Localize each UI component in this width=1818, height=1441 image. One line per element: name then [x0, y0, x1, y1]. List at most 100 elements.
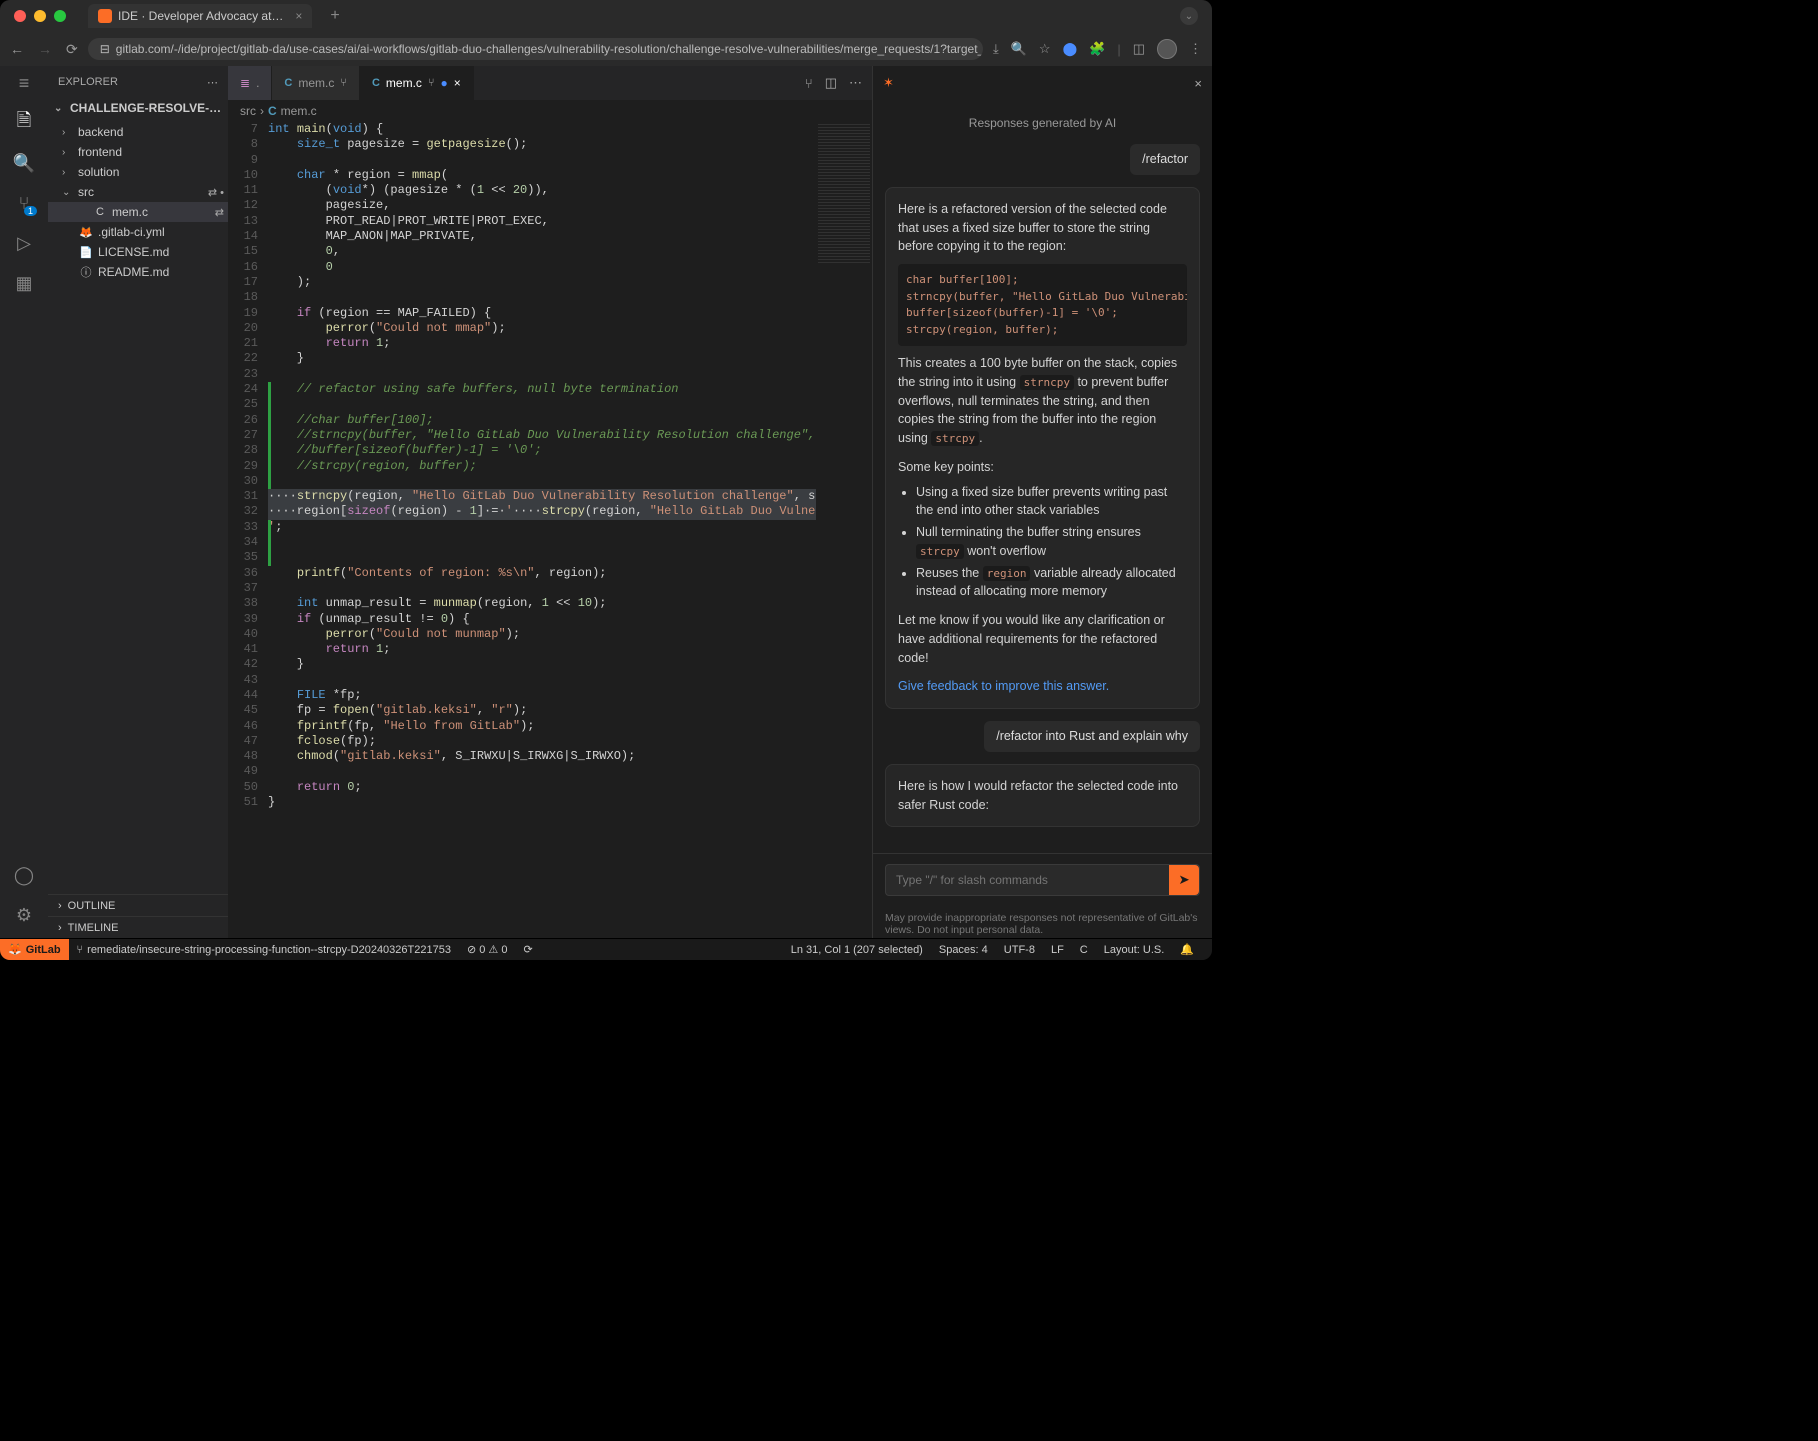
file-tree-item[interactable]: 🦊.gitlab-ci.yml [48, 222, 228, 242]
ai-key-points: Using a fixed size buffer prevents writi… [898, 483, 1187, 602]
ai-response-2: Here is how I would refactor the selecte… [885, 764, 1200, 828]
status-bell-icon[interactable]: 🔔 [1172, 943, 1202, 956]
ai-response-1: Here is a refactored version of the sele… [885, 187, 1200, 709]
bookmark-icon[interactable]: ☆ [1039, 41, 1051, 57]
user-message-1: /refactor [885, 144, 1200, 175]
install-app-icon[interactable]: ⤓ [993, 41, 999, 57]
reload-button[interactable]: ⟳ [66, 41, 78, 58]
browser-tab-title: IDE · Developer Advocacy at… [118, 9, 283, 23]
status-encoding[interactable]: UTF-8 [996, 944, 1043, 956]
account-icon[interactable]: ◯ [13, 864, 35, 886]
feedback-link[interactable]: Give feedback to improve this answer. [898, 679, 1109, 693]
new-tab-button[interactable]: + [330, 7, 339, 25]
ai-code-block[interactable]: char buffer[100]; strncpy(buffer, "Hello… [898, 264, 1187, 346]
tab-overflow-button[interactable]: ⌄ [1180, 7, 1198, 25]
code-content[interactable]: int main(void) { size_t pagesize = getpa… [268, 122, 816, 938]
ai-chat-panel: ✶ × Responses generated by AI /refactor … [872, 66, 1212, 938]
gitlab-favicon-icon [98, 9, 112, 23]
status-problems[interactable]: ⊘ 0 ⚠ 0 [459, 943, 515, 956]
user-message-2: /refactor into Rust and explain why [885, 721, 1200, 752]
status-language[interactable]: C [1072, 944, 1096, 956]
maximize-window-icon[interactable] [54, 10, 66, 22]
status-bar: 🦊GitLab ⑂remediate/insecure-string-proce… [0, 938, 1212, 960]
traffic-lights[interactable] [14, 10, 66, 22]
extensions-icon[interactable]: ▦ [13, 272, 35, 294]
merge-request-icon: ⑂ [340, 77, 347, 89]
site-info-icon[interactable]: ⊟ [100, 42, 110, 56]
merge-request-icon: ⑂ [428, 77, 435, 89]
explorer-more-icon[interactable]: ⋯ [207, 76, 218, 89]
send-icon: ➤ [1178, 872, 1189, 887]
run-debug-icon[interactable]: ▷ [13, 232, 35, 254]
extension-1-icon[interactable]: ⬤ [1063, 41, 1078, 57]
explorer-header: EXPLORER ⋯ [48, 66, 228, 98]
chat-input[interactable] [886, 865, 1169, 895]
file-tree-item[interactable]: ›solution [48, 162, 228, 182]
status-spaces[interactable]: Spaces: 4 [931, 944, 996, 956]
settings-gear-icon[interactable]: ⚙ [13, 904, 35, 926]
explorer-title: EXPLORER [58, 76, 118, 88]
explorer-icon[interactable]: 🗎 [13, 112, 35, 134]
close-tab-icon[interactable]: × [295, 9, 302, 23]
code-editor[interactable]: 7891011121314151617181920212223242526272… [228, 122, 872, 938]
url-bar: ← → ⟳ ⊟ gitlab.com/-/ide/project/gitlab-… [0, 32, 1212, 66]
file-tree: ›backend›frontend›solution⌄src⇄ •Cmem.c⇄… [48, 118, 228, 894]
editor-area: ≣ . C mem.c ⑂ C mem.c ⑂ ● × ⑂ ◫ [228, 66, 872, 938]
project-root[interactable]: ⌄ CHALLENGE-RESOLVE-… [48, 98, 228, 118]
source-control-icon[interactable]: ⑂1 [13, 192, 35, 214]
file-tree-item[interactable]: ›backend [48, 122, 228, 142]
tab-root[interactable]: ≣ . [228, 66, 272, 100]
minimize-window-icon[interactable] [34, 10, 46, 22]
minimap[interactable] [816, 122, 872, 938]
back-button[interactable]: ← [10, 41, 24, 58]
tab-mem-c-1[interactable]: C mem.c ⑂ [272, 66, 360, 100]
chat-disclaimer: May provide inappropriate responses not … [873, 906, 1212, 938]
editor-tabs: ≣ . C mem.c ⑂ C mem.c ⑂ ● × ⑂ ◫ [228, 66, 872, 100]
status-layout[interactable]: Layout: U.S. [1096, 944, 1173, 956]
editor-more-icon[interactable]: ⋯ [849, 75, 862, 91]
browser-tab[interactable]: IDE · Developer Advocacy at… × [88, 4, 312, 28]
sidepanel-icon[interactable]: ◫ [1133, 41, 1145, 57]
status-sync-icon[interactable]: ⟳ [515, 943, 540, 956]
chat-system-note: Responses generated by AI [885, 114, 1200, 132]
close-tab-icon[interactable]: × [454, 76, 461, 90]
menu-icon[interactable]: ≡ [13, 72, 35, 94]
file-tree-item[interactable]: ›frontend [48, 142, 228, 162]
split-editor-icon[interactable]: ◫ [825, 75, 837, 91]
explorer-sidebar: EXPLORER ⋯ ⌄ CHALLENGE-RESOLVE-… ›backen… [48, 66, 228, 938]
file-tree-item[interactable]: 📄LICENSE.md [48, 242, 228, 262]
status-branch[interactable]: ⑂remediate/insecure-string-processing-fu… [69, 944, 459, 956]
forward-button[interactable]: → [38, 41, 52, 58]
tab-mem-c-2[interactable]: C mem.c ⑂ ● × [360, 66, 474, 100]
compare-icon[interactable]: ⑂ [805, 76, 813, 91]
file-tree-item[interactable]: Cmem.c⇄ [48, 202, 228, 222]
extensions-icon[interactable]: 🧩 [1089, 41, 1105, 57]
url-text: gitlab.com/-/ide/project/gitlab-da/use-c… [116, 42, 983, 56]
status-eol[interactable]: LF [1043, 944, 1072, 956]
chat-input-area: ➤ [873, 853, 1212, 906]
close-chat-icon[interactable]: × [1194, 76, 1202, 91]
chat-messages[interactable]: Responses generated by AI /refactor Here… [873, 100, 1212, 853]
ide-root: ≡ 🗎 🔍 ⑂1 ▷ ▦ ◯ ⚙ EXPLORER ⋯ ⌄ CHALLENGE-… [0, 66, 1212, 938]
send-button[interactable]: ➤ [1169, 865, 1199, 895]
close-window-icon[interactable] [14, 10, 26, 22]
search-icon[interactable]: 🔍 [13, 152, 35, 174]
zoom-icon[interactable]: 🔍 [1011, 41, 1027, 57]
line-numbers: 7891011121314151617181920212223242526272… [228, 122, 268, 938]
activity-bar: ≡ 🗎 🔍 ⑂1 ▷ ▦ ◯ ⚙ [0, 66, 48, 938]
status-cursor-pos[interactable]: Ln 31, Col 1 (207 selected) [783, 944, 931, 956]
outline-panel[interactable]: ›OUTLINE [48, 894, 228, 916]
status-gitlab[interactable]: 🦊GitLab [0, 939, 69, 960]
browser-menu-icon[interactable]: ⋮ [1189, 41, 1202, 57]
file-tree-item[interactable]: ⌄src⇄ • [48, 182, 228, 202]
chat-header: ✶ × [873, 66, 1212, 100]
breadcrumbs[interactable]: src › C mem.c [228, 100, 872, 122]
url-field[interactable]: ⊟ gitlab.com/-/ide/project/gitlab-da/use… [88, 38, 983, 60]
window-titlebar: IDE · Developer Advocacy at… × + ⌄ [0, 0, 1212, 32]
timeline-panel[interactable]: ›TIMELINE [48, 916, 228, 938]
profile-avatar[interactable] [1157, 39, 1177, 59]
file-tree-item[interactable]: ⓘREADME.md [48, 262, 228, 282]
ai-paragraph: This creates a 100 byte buffer on the st… [898, 354, 1187, 448]
gitlab-duo-icon: ✶ [883, 75, 894, 91]
project-root-label: CHALLENGE-RESOLVE-… [70, 101, 221, 115]
